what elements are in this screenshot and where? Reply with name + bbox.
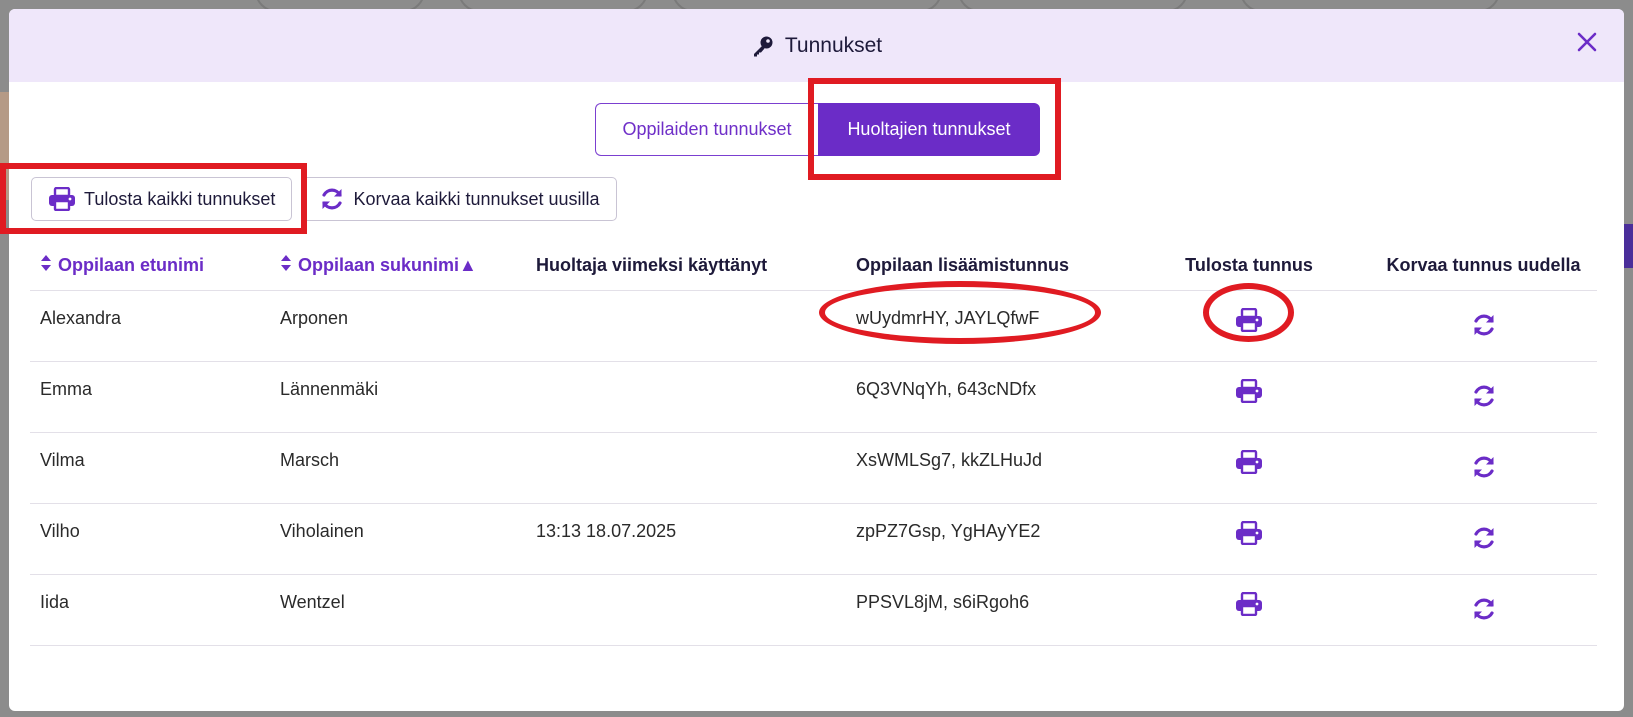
modal-title: Tunnukset <box>784 33 883 57</box>
last-name-cell: Viholainen <box>280 521 364 541</box>
sort-icon <box>40 254 52 277</box>
table-header: Oppilaan etunimi Oppilaan sukunimi▲ Huol… <box>30 241 1597 291</box>
table-row: Emma Lännenmäki 6Q3VNqYh, 643cNDfx <box>30 362 1597 433</box>
table-row: Iida Wentzel PPSVL8jM, s6iRgoh6 <box>30 575 1597 646</box>
replace-code-button[interactable] <box>1370 433 1597 503</box>
last-name-cell: Marsch <box>280 450 340 470</box>
annotation-highlight-tab <box>808 78 1061 180</box>
code-cell: PPSVL8jM, s6iRgoh6 <box>856 592 1030 612</box>
refresh-icon <box>1471 525 1497 574</box>
modal-header: Tunnukset <box>9 9 1624 82</box>
modal-title-wrap: Tunnukset <box>751 34 882 58</box>
print-code-button[interactable] <box>1128 433 1370 503</box>
credentials-table: Oppilaan etunimi Oppilaan sukunimi▲ Huol… <box>30 241 1597 646</box>
first-name-cell: Alexandra <box>40 308 122 328</box>
refresh-icon <box>1471 596 1497 645</box>
code-cell: XsWMLSg7, kkZLHuJd <box>856 450 1043 470</box>
first-name-cell: Emma <box>40 379 93 399</box>
last-name-cell: Wentzel <box>280 592 345 612</box>
key-icon <box>751 34 775 58</box>
refresh-icon <box>1471 312 1497 361</box>
last-name-cell: Arponen <box>280 308 349 328</box>
last-used-cell <box>526 362 846 432</box>
first-name-cell: Vilho <box>40 521 80 541</box>
table-row: Alexandra Arponen wUydmrHY, JAYLQfwF <box>30 291 1597 362</box>
printer-icon <box>1235 521 1263 574</box>
column-replace: Korvaa tunnus uudella <box>1386 255 1581 275</box>
replace-all-button[interactable]: Korvaa kaikki tunnukset uusilla <box>302 177 617 221</box>
annotation-circle-print <box>1203 283 1294 342</box>
column-first-name-label: Oppilaan etunimi <box>58 255 205 275</box>
refresh-icon <box>1471 454 1497 503</box>
last-used-cell: 13:13 18.07.2025 <box>536 521 677 541</box>
print-code-button[interactable] <box>1128 504 1370 574</box>
column-code: Oppilaan lisäämistunnus <box>856 255 1070 275</box>
first-name-cell: Vilma <box>40 450 85 470</box>
close-button[interactable] <box>1572 29 1602 59</box>
column-last-name-label: Oppilaan sukunimi▲ <box>298 255 477 275</box>
replace-code-button[interactable] <box>1370 291 1597 361</box>
column-first-name[interactable]: Oppilaan etunimi <box>30 254 270 277</box>
code-cell: zpPZ7Gsp, YgHAyYE2 <box>856 521 1041 541</box>
annotation-highlight-print-all <box>0 163 307 234</box>
printer-icon <box>1235 379 1263 432</box>
last-name-cell: Lännenmäki <box>280 379 379 399</box>
replace-all-label: Korvaa kaikki tunnukset uusilla <box>353 188 600 209</box>
replace-code-button[interactable] <box>1370 504 1597 574</box>
annotation-circle-code <box>819 281 1101 344</box>
column-last-name[interactable]: Oppilaan sukunimi▲ <box>270 254 526 277</box>
last-used-cell <box>526 433 846 503</box>
code-cell: 6Q3VNqYh, 643cNDfx <box>856 379 1037 399</box>
replace-code-button[interactable] <box>1370 575 1597 645</box>
sort-icon <box>280 254 292 277</box>
table-row: Vilho Viholainen 13:13 18.07.2025 zpPZ7G… <box>30 504 1597 575</box>
refresh-icon <box>319 186 345 212</box>
print-code-button[interactable] <box>1128 575 1370 645</box>
tab-student-credentials[interactable]: Oppilaiden tunnukset <box>595 103 818 156</box>
printer-icon <box>1235 592 1263 645</box>
close-icon <box>1577 32 1597 57</box>
print-code-button[interactable] <box>1128 362 1370 432</box>
printer-icon <box>1235 450 1263 503</box>
table-row: Vilma Marsch XsWMLSg7, kkZLHuJd <box>30 433 1597 504</box>
replace-code-button[interactable] <box>1370 362 1597 432</box>
last-used-cell <box>526 575 846 645</box>
column-print: Tulosta tunnus <box>1185 255 1313 275</box>
column-last-used: Huoltaja viimeksi käyttänyt <box>536 255 768 275</box>
first-name-cell: Iida <box>40 592 70 612</box>
last-used-cell <box>526 291 846 361</box>
refresh-icon <box>1471 383 1497 432</box>
